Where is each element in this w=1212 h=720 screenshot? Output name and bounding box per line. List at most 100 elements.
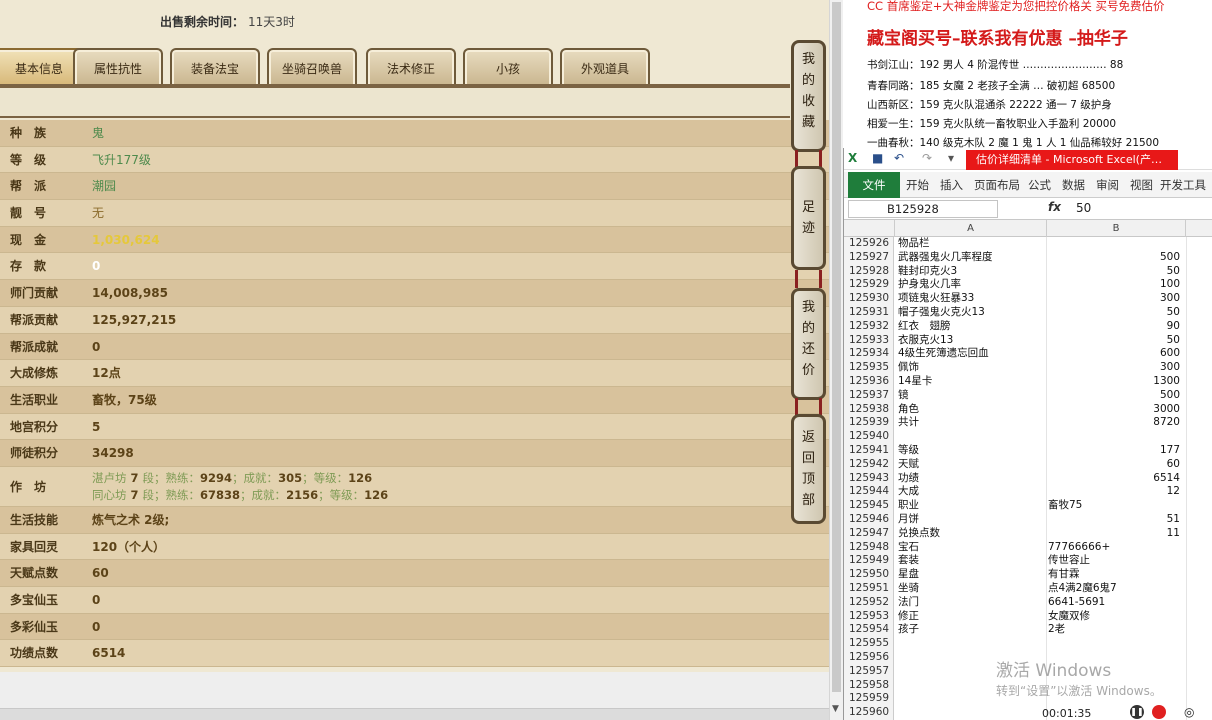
cell-a[interactable]: 月饼 — [898, 513, 1046, 527]
record-stop-icon[interactable] — [1152, 705, 1166, 719]
cell-b[interactable]: 50 — [1048, 306, 1180, 320]
cell-a[interactable]: 职业 — [898, 499, 1046, 513]
cell-b[interactable]: 6641-5691 — [1048, 596, 1180, 610]
row-number[interactable]: 125943 — [844, 471, 894, 486]
row-number[interactable]: 125959 — [844, 692, 894, 707]
cell-a[interactable]: 武器强鬼火几率程度 — [898, 251, 1046, 265]
cell-b[interactable]: 11 — [1048, 527, 1180, 541]
ribbon-tab-page-layout[interactable]: 页面布局 — [974, 172, 1020, 198]
pause-icon[interactable]: ❚❚ — [1130, 705, 1144, 719]
row-number[interactable]: 125933 — [844, 333, 894, 348]
cell-a[interactable]: 功绩 — [898, 472, 1046, 486]
ribbon-tab-file[interactable]: 文件 — [848, 172, 900, 198]
ribbon-tab-home[interactable]: 开始 — [906, 172, 929, 198]
row-number[interactable]: 125945 — [844, 499, 894, 513]
row-number[interactable]: 125944 — [844, 485, 894, 500]
cell-b[interactable]: 有甘霖 — [1048, 568, 1180, 582]
row-number[interactable]: 125942 — [844, 457, 894, 472]
row-number[interactable]: 125946 — [844, 512, 894, 527]
ribbon-tab-formulas[interactable]: 公式 — [1028, 172, 1051, 198]
cell-a[interactable]: 14星卡 — [898, 375, 1046, 389]
column-header-a[interactable]: A — [894, 220, 1046, 237]
cell-b[interactable]: 6514 — [1048, 472, 1180, 486]
my-bargain-button[interactable]: 我的还价 — [791, 288, 826, 400]
cell-a[interactable]: 等级 — [898, 444, 1046, 458]
row-number[interactable]: 125950 — [844, 568, 894, 582]
cell-b[interactable]: 50 — [1048, 265, 1180, 279]
row-number[interactable]: 125931 — [844, 305, 894, 320]
cell-b[interactable]: 90 — [1048, 320, 1180, 334]
row-number[interactable]: 125926 — [844, 237, 894, 251]
row-number[interactable]: 125953 — [844, 609, 894, 624]
vertical-scrollbar[interactable]: ▼ — [829, 0, 843, 720]
row-number[interactable]: 125934 — [844, 347, 894, 362]
row-number[interactable]: 125954 — [844, 623, 894, 638]
cell-b[interactable]: 500 — [1048, 389, 1180, 403]
row-number[interactable]: 125928 — [844, 264, 894, 279]
row-number[interactable]: 125949 — [844, 554, 894, 569]
row-number[interactable]: 125938 — [844, 402, 894, 417]
tab-attributes[interactable]: 属性抗性 — [73, 48, 163, 86]
column-header-b[interactable]: B — [1046, 220, 1186, 237]
cell-a[interactable]: 护身鬼火几率 — [898, 278, 1046, 292]
row-number[interactable]: 125958 — [844, 678, 894, 693]
cell-b[interactable]: 传世容止 — [1048, 554, 1180, 568]
cell-a[interactable]: 红衣 翅膀 — [898, 320, 1046, 334]
tab-children[interactable]: 小孩 — [463, 48, 553, 86]
tab-spell-correction[interactable]: 法术修正 — [366, 48, 456, 86]
row-number[interactable]: 125952 — [844, 595, 894, 610]
row-number[interactable]: 125948 — [844, 540, 894, 555]
cell-b[interactable]: 12 — [1048, 485, 1180, 499]
cell-a[interactable]: 天赋 — [898, 458, 1046, 472]
cell-b[interactable]: 600 — [1048, 347, 1180, 361]
row-number[interactable]: 125927 — [844, 250, 894, 265]
row-number[interactable]: 125940 — [844, 430, 894, 444]
row-number[interactable]: 125930 — [844, 292, 894, 306]
cell-b[interactable]: 女魔双修 — [1048, 610, 1180, 624]
cell-a[interactable]: 修正 — [898, 610, 1046, 624]
cell-a[interactable]: 4级生死簿遗忘回血 — [898, 347, 1046, 361]
row-number[interactable]: 125956 — [844, 650, 894, 665]
cell-a[interactable]: 兑换点数 — [898, 527, 1046, 541]
camera-icon[interactable]: ◎ — [1184, 705, 1194, 719]
footprint-button[interactable]: 足迹 — [791, 166, 826, 270]
cell-b[interactable]: 77766666+ — [1048, 541, 1180, 555]
horizontal-scrollbar[interactable] — [0, 708, 829, 720]
row-number[interactable]: 125951 — [844, 581, 894, 596]
ribbon-tab-insert[interactable]: 插入 — [940, 172, 963, 198]
row-number[interactable]: 125932 — [844, 319, 894, 334]
cell-a[interactable]: 帽子强鬼火克火13 — [898, 306, 1046, 320]
cell-a[interactable]: 套装 — [898, 554, 1046, 568]
row-number[interactable]: 125935 — [844, 361, 894, 375]
cell-a[interactable]: 法门 — [898, 596, 1046, 610]
tab-equipment[interactable]: 装备法宝 — [170, 48, 260, 86]
tab-mounts-summons[interactable]: 坐骑召唤兽 — [267, 48, 357, 86]
row-number[interactable]: 125957 — [844, 664, 894, 679]
row-number[interactable]: 125947 — [844, 526, 894, 541]
name-box[interactable]: B125928 — [848, 200, 998, 218]
scroll-down-arrow-icon[interactable]: ▼ — [832, 704, 839, 714]
cell-a[interactable]: 坐骑 — [898, 582, 1046, 596]
cell-b[interactable]: 500 — [1048, 251, 1180, 265]
row-number[interactable]: 125955 — [844, 637, 894, 651]
tab-appearance[interactable]: 外观道具 — [560, 48, 650, 86]
fx-icon[interactable]: fx — [1048, 200, 1061, 214]
ribbon-tab-review[interactable]: 审阅 — [1096, 172, 1119, 198]
tab-basic-info[interactable]: 基本信息 — [0, 48, 84, 86]
ribbon-tab-developer[interactable]: 开发工具 — [1160, 172, 1206, 198]
cell-a[interactable]: 宝石 — [898, 541, 1046, 555]
cell-b[interactable]: 177 — [1048, 444, 1180, 458]
ribbon-tab-view[interactable]: 视图 — [1130, 172, 1153, 198]
row-number[interactable]: 125929 — [844, 278, 894, 293]
row-number[interactable]: 125939 — [844, 416, 894, 431]
cell-a[interactable]: 衣服克火13 — [898, 334, 1046, 348]
cell-b[interactable]: 2老 — [1048, 623, 1180, 637]
cell-a[interactable]: 星盘 — [898, 568, 1046, 582]
quick-access-dropdown-icon[interactable]: ▾ — [948, 151, 954, 165]
save-icon[interactable]: ■ — [872, 151, 883, 165]
row-number[interactable]: 125941 — [844, 443, 894, 458]
cell-b[interactable]: 畜牧75 — [1048, 499, 1180, 513]
cell-b[interactable]: 点4满2魔6鬼7 — [1048, 582, 1180, 596]
cell-b[interactable]: 100 — [1048, 278, 1180, 292]
cell-b[interactable]: 60 — [1048, 458, 1180, 472]
